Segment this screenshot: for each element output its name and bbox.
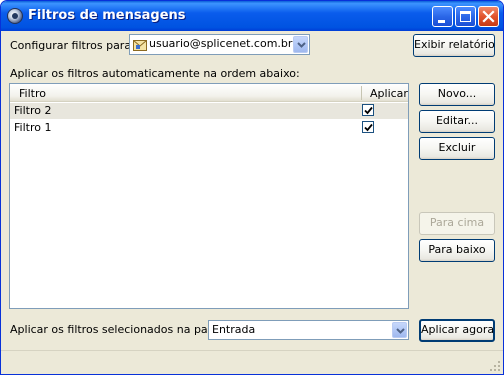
filters-dialog: Filtros de mensagens Configurar filtros … bbox=[0, 0, 504, 375]
move-up-button[interactable]: Para cima bbox=[419, 212, 495, 235]
maximize-icon bbox=[460, 11, 471, 22]
filters-list[interactable]: Filtro Aplicar Filtro 2 Filtro 1 bbox=[9, 83, 409, 309]
list-header: Filtro Aplicar bbox=[10, 84, 408, 102]
status-bar bbox=[1, 350, 503, 374]
show-report-button[interactable]: Exibir relatório bbox=[413, 34, 495, 57]
auto-apply-label: Aplicar os filtros automaticamente na or… bbox=[10, 67, 300, 80]
title-bar[interactable]: Filtros de mensagens bbox=[1, 1, 503, 31]
maximize-button[interactable] bbox=[455, 6, 476, 27]
table-row[interactable]: Filtro 2 bbox=[10, 103, 408, 119]
filter-name: Filtro 1 bbox=[14, 121, 52, 134]
table-row[interactable]: Filtro 1 bbox=[10, 120, 408, 136]
move-down-button[interactable]: Para baixo bbox=[419, 239, 495, 262]
folder-select[interactable]: Entrada bbox=[208, 320, 409, 340]
account-value: usuario@splicenet.com.br bbox=[149, 37, 293, 50]
folder-value: Entrada bbox=[212, 323, 256, 336]
column-header-filter[interactable]: Filtro bbox=[19, 87, 46, 100]
minimize-icon bbox=[438, 20, 445, 23]
resize-grip-icon[interactable] bbox=[489, 360, 501, 372]
column-header-apply[interactable]: Aplicar bbox=[370, 87, 408, 100]
close-button[interactable] bbox=[478, 6, 499, 27]
checkmark-icon bbox=[364, 123, 373, 132]
apply-checkbox[interactable] bbox=[362, 104, 374, 116]
filter-name: Filtro 2 bbox=[14, 104, 52, 117]
column-divider[interactable] bbox=[361, 86, 362, 100]
edit-filter-button[interactable]: Editar... bbox=[419, 110, 495, 133]
apply-now-button[interactable]: Aplicar agora bbox=[419, 319, 495, 342]
mail-account-icon bbox=[133, 40, 147, 51]
apply-checkbox[interactable] bbox=[362, 121, 374, 133]
account-dropdown-button[interactable] bbox=[293, 36, 308, 53]
chevron-down-icon bbox=[297, 42, 306, 48]
window-title: Filtros de mensagens bbox=[28, 8, 186, 23]
app-icon bbox=[7, 8, 23, 24]
close-icon bbox=[482, 10, 495, 23]
account-label: Configurar filtros para: bbox=[10, 39, 135, 52]
account-select[interactable]: usuario@splicenet.com.br bbox=[129, 34, 310, 55]
minimize-button[interactable] bbox=[432, 6, 453, 27]
checkmark-icon bbox=[364, 106, 373, 115]
delete-filter-button[interactable]: Excluir bbox=[419, 137, 495, 160]
chevron-down-icon bbox=[396, 328, 405, 334]
folder-dropdown-button[interactable] bbox=[392, 322, 407, 338]
folder-label: Aplicar os filtros selecionados na pasta… bbox=[10, 323, 229, 336]
new-filter-button[interactable]: Novo... bbox=[419, 83, 495, 106]
